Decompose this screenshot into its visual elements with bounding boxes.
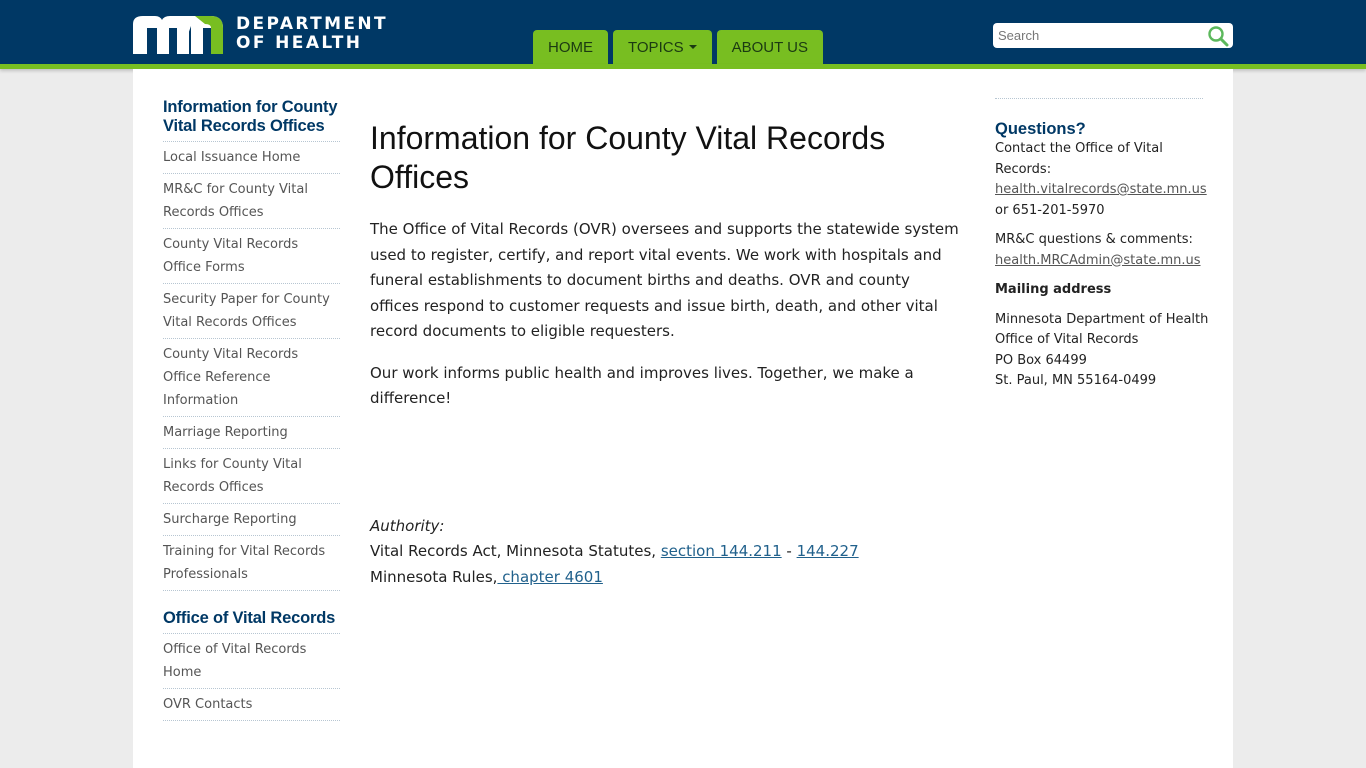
- mission-paragraph: Our work informs public health and impro…: [370, 363, 914, 408]
- statute-link-144-227[interactable]: 144.227: [797, 542, 859, 560]
- logo-line-2: OF HEALTH: [236, 33, 363, 53]
- sidebar-heading-county-offices[interactable]: Information for County Vital Records Off…: [163, 98, 340, 142]
- address-line: Office of Vital Records: [995, 332, 1139, 347]
- address-line: St. Paul, MN 55164-0499: [995, 373, 1157, 388]
- nav-tab-label: ABOUT US: [731, 38, 808, 56]
- nav-tab-label: HOME: [548, 38, 593, 56]
- caret-down-icon: [688, 45, 697, 49]
- sidebar-item-ovr-contacts[interactable]: OVR Contacts: [163, 689, 340, 721]
- range-separator: -: [781, 542, 797, 560]
- sidebar-item-training[interactable]: Training for Vital Records Professionals: [163, 536, 340, 591]
- sidebar-item-ovr-home[interactable]: Office of Vital Records Home: [163, 634, 340, 689]
- sidebar-item-links[interactable]: Links for County Vital Records Offices: [163, 449, 340, 504]
- address-line: PO Box 64499: [995, 352, 1087, 368]
- contact-sidebar: Questions? Contact the Office of Vital R…: [995, 98, 1210, 392]
- sidebar-nav: Information for County Vital Records Off…: [163, 98, 340, 721]
- nav-tab-label: TOPICS: [628, 38, 684, 56]
- mailing-address-heading: Mailing address: [995, 282, 1112, 297]
- sidebar-item-office-forms[interactable]: County Vital Records Office Forms: [163, 229, 340, 284]
- mdh-logo-link[interactable]: DEPARTMENT OF HEALTH: [133, 14, 388, 54]
- statutes-text: Vital Records Act, Minnesota Statutes,: [370, 542, 661, 560]
- search-input[interactable]: [993, 24, 1198, 47]
- rules-link-chapter-4601[interactable]: chapter 4601: [497, 568, 603, 586]
- sidebar-item-local-issuance-home[interactable]: Local Issuance Home: [163, 142, 340, 174]
- sidebar-item-surcharge-reporting[interactable]: Surcharge Reporting: [163, 504, 340, 536]
- sidebar-heading-ovr[interactable]: Office of Vital Records: [163, 609, 340, 634]
- search-box: [993, 23, 1233, 48]
- sidebar-item-reference-information[interactable]: County Vital Records Office Reference In…: [163, 339, 340, 417]
- sidebar-item-mrc[interactable]: MR&C for County Vital Records Offices: [163, 174, 340, 229]
- questions-heading: Questions?: [995, 120, 1086, 138]
- sidebar-item-security-paper[interactable]: Security Paper for County Vital Records …: [163, 284, 340, 339]
- mrc-text: MR&C questions & comments:: [995, 232, 1193, 247]
- statute-link-144-211[interactable]: section 144.211: [661, 542, 782, 560]
- page-content: Information for County Vital Records Off…: [133, 69, 1233, 768]
- logo-line-1: DEPARTMENT: [236, 14, 389, 34]
- nav-tab-home[interactable]: HOME: [533, 30, 608, 64]
- address-line: Minnesota Department of Health: [995, 311, 1209, 327]
- contact-text: Contact the Office of Vital Records:: [995, 141, 1163, 177]
- nav-tab-topics[interactable]: TOPICS: [613, 30, 712, 64]
- intro-paragraph: The Office of Vital Records (OVR) overse…: [370, 220, 959, 340]
- main-content: Information for County Vital Records Off…: [370, 119, 960, 590]
- mailing-address: Minnesota Department of Health Office of…: [995, 310, 1210, 392]
- vital-records-email-link[interactable]: health.vitalrecords@state.mn.us: [995, 182, 1207, 197]
- logo-wordmark: DEPARTMENT OF HEALTH: [236, 15, 388, 53]
- site-header: DEPARTMENT OF HEALTH HOME TOPICS ABOUT U…: [0, 0, 1366, 64]
- search-icon[interactable]: [1207, 25, 1229, 47]
- sidebar-item-marriage-reporting[interactable]: Marriage Reporting: [163, 417, 340, 449]
- contact-phone: or 651-201-5970: [995, 202, 1105, 218]
- mrc-email-link[interactable]: health.MRCAdmin@state.mn.us: [995, 253, 1201, 268]
- main-nav: HOME TOPICS ABOUT US: [533, 30, 823, 64]
- authority-section: Authority: Vital Records Act, Minnesota …: [370, 514, 960, 591]
- divider: [995, 98, 1203, 99]
- page-title: Information for County Vital Records Off…: [370, 120, 886, 195]
- mn-logo-icon: [133, 16, 223, 54]
- rules-text: Minnesota Rules,: [370, 567, 498, 586]
- authority-label: Authority:: [370, 516, 445, 535]
- nav-tab-about-us[interactable]: ABOUT US: [716, 30, 823, 64]
